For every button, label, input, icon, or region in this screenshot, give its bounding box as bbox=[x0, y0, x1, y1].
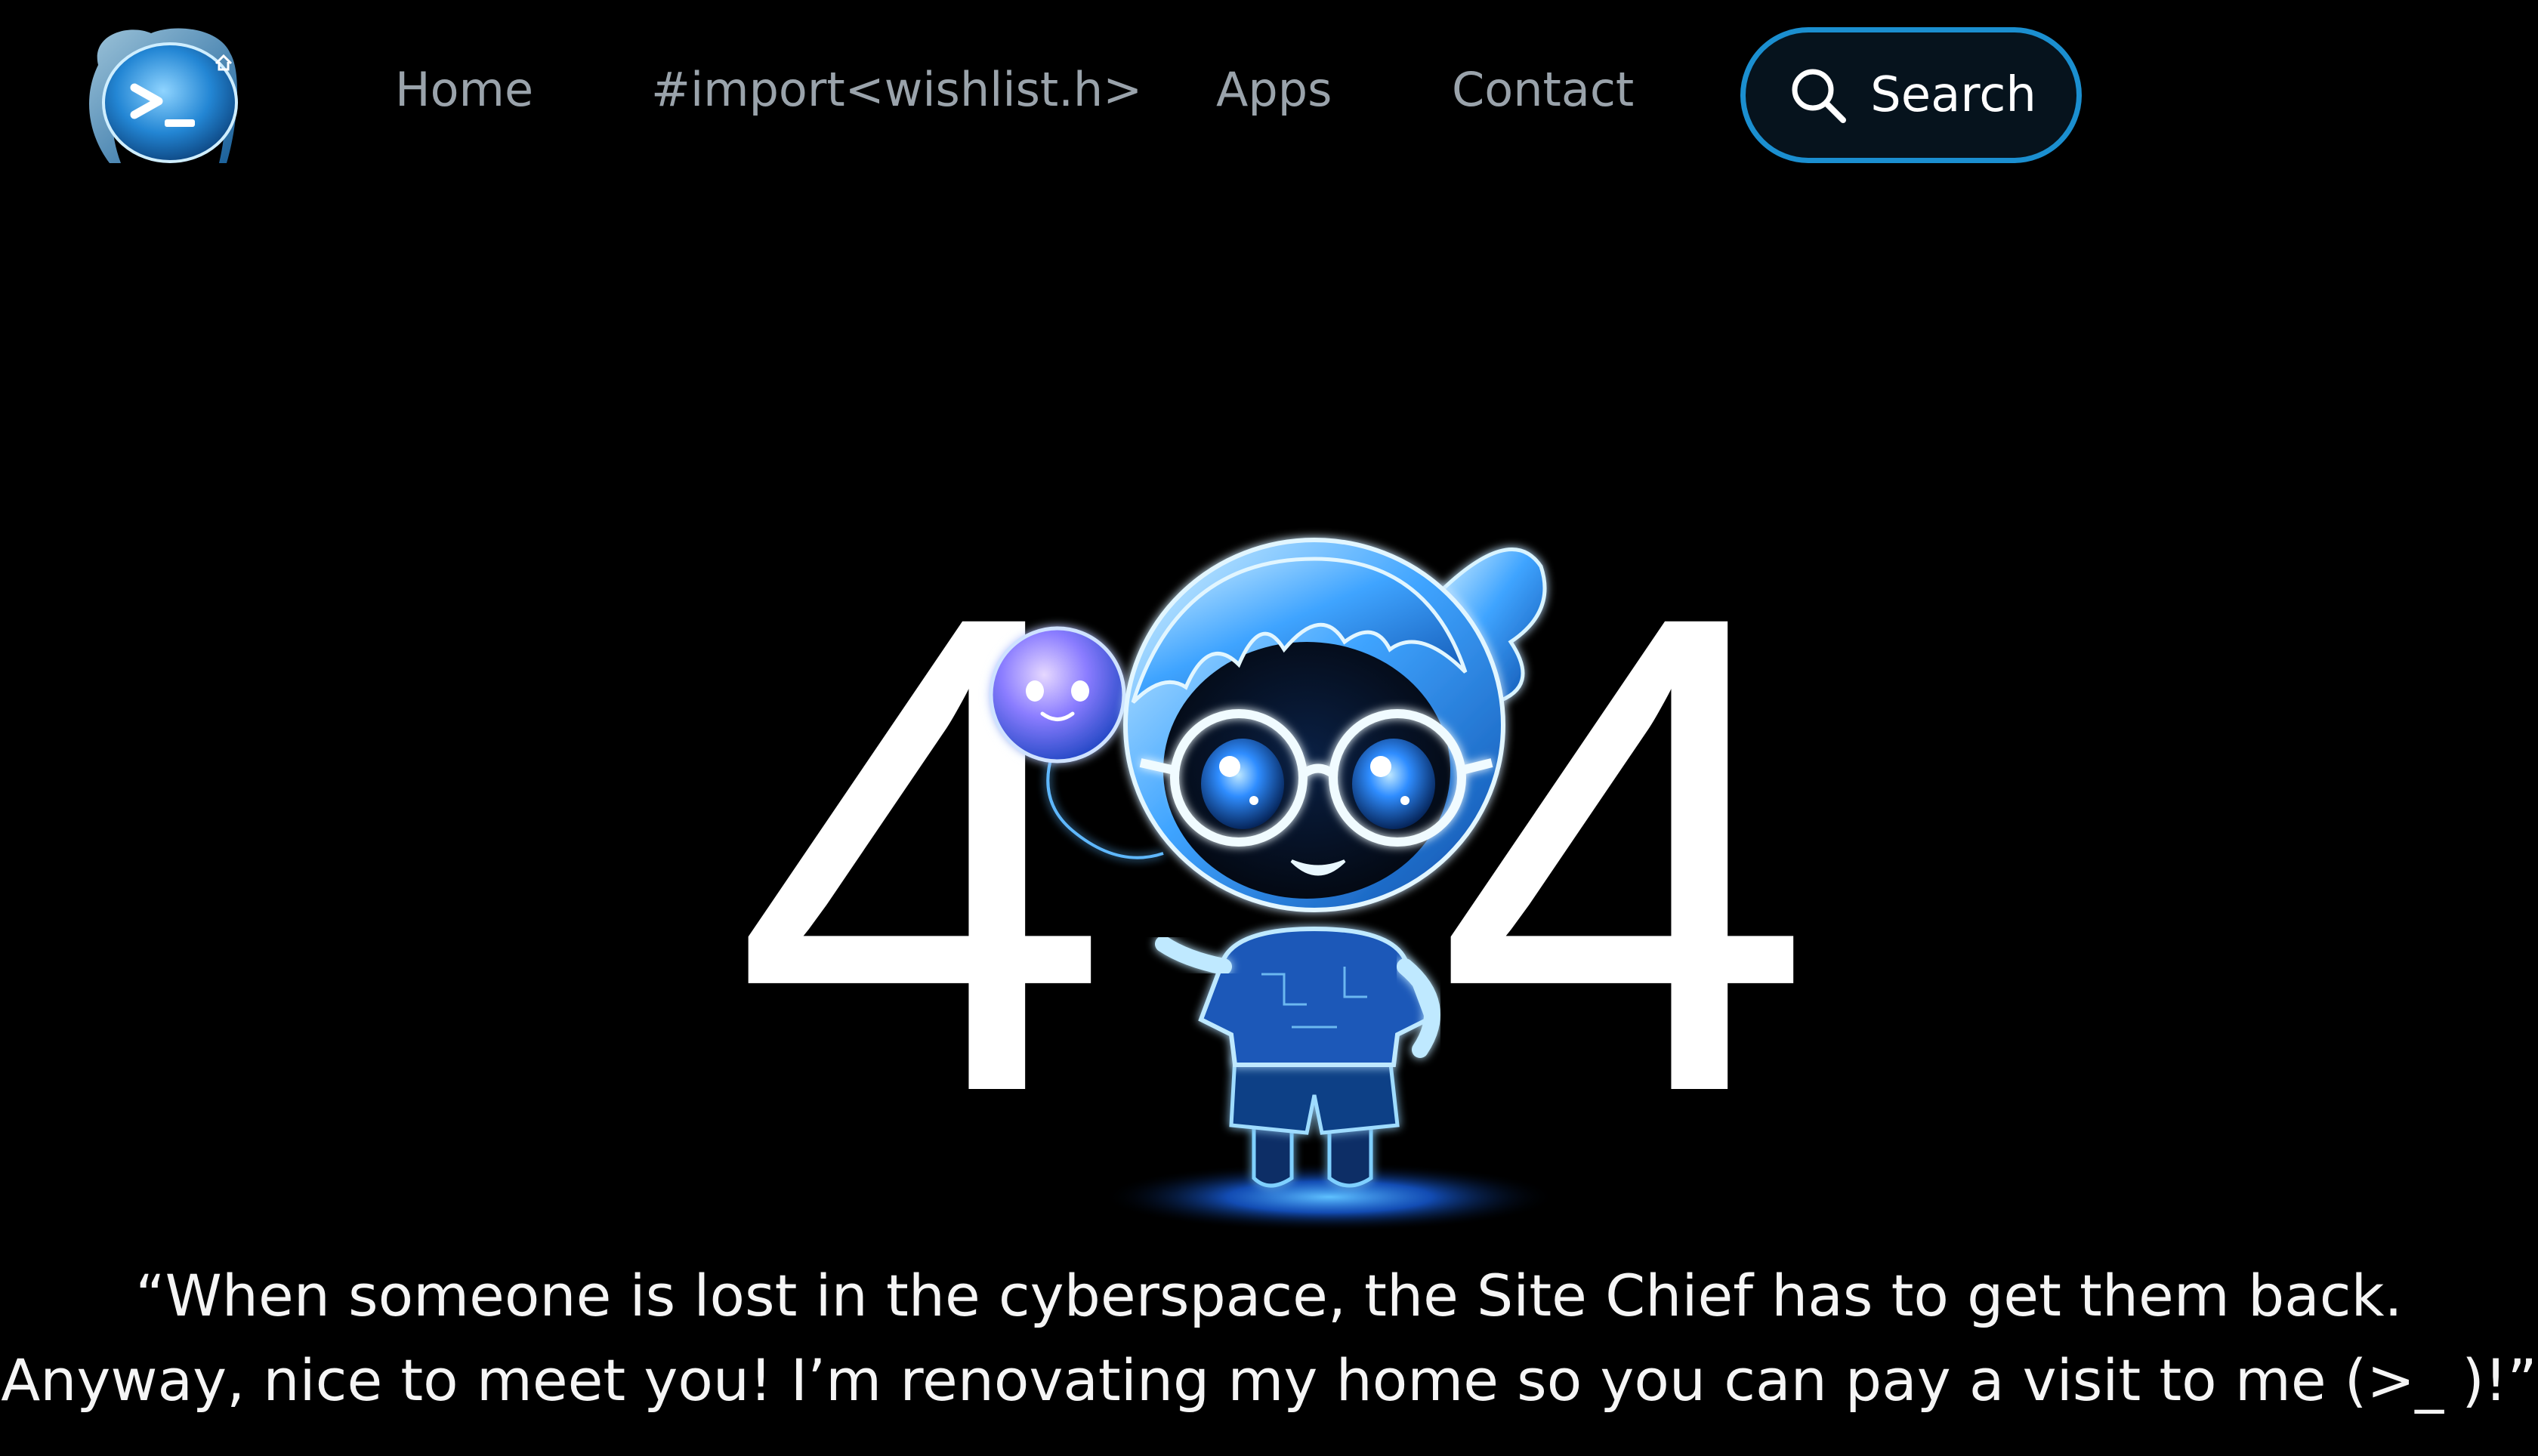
nav-apps-link[interactable]: Apps bbox=[1216, 66, 1332, 113]
top-navigation: Home #import<wishlist.h> Apps Contact Se… bbox=[0, 0, 2538, 196]
search-button-label: Search bbox=[1870, 67, 2036, 123]
site-chief-quote: “When someone is lost in the cyberspace,… bbox=[0, 1254, 2538, 1423]
search-button[interactable]: Search bbox=[1740, 27, 2082, 163]
glowing-girl-mascot bbox=[989, 538, 1556, 1232]
quote-line-1: “When someone is lost in the cyberspace,… bbox=[135, 1262, 2403, 1329]
terminal-heart-logo[interactable] bbox=[68, 20, 264, 171]
nav-wishlist-link[interactable]: #import<wishlist.h> bbox=[651, 66, 1142, 113]
nav-contact-link[interactable]: Contact bbox=[1452, 66, 1634, 113]
nav-home-link[interactable]: Home bbox=[395, 66, 533, 113]
error-hero: 4 4 bbox=[0, 196, 2538, 1254]
quote-line-2: Anyway, nice to meet you! I’m renovating… bbox=[1, 1346, 2537, 1414]
search-icon bbox=[1792, 69, 1847, 123]
